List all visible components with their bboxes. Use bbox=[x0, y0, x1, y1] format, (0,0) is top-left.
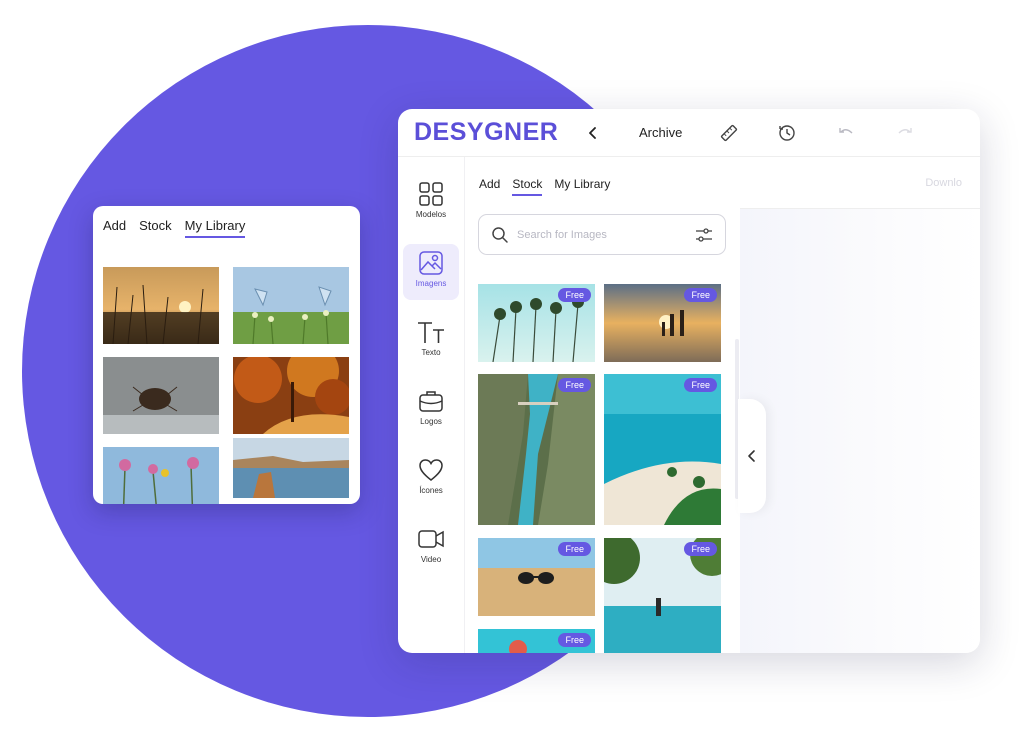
filter-sliders-icon[interactable] bbox=[695, 226, 713, 249]
heart-icon bbox=[419, 459, 443, 481]
video-camera-icon bbox=[418, 530, 444, 548]
sidebar-item-video[interactable]: Video bbox=[403, 520, 459, 576]
undo-icon[interactable] bbox=[834, 121, 858, 145]
brand-logo: DESYGNER bbox=[414, 118, 559, 146]
library-card: Add Stock My Library bbox=[93, 206, 360, 504]
library-tab-add[interactable]: Add bbox=[103, 218, 126, 238]
images-panel: Add Stock My Library Search for Images F… bbox=[466, 157, 740, 653]
back-chevron-icon[interactable] bbox=[581, 121, 605, 145]
sidebar-item-label: Ícones bbox=[419, 486, 443, 495]
briefcase-icon bbox=[419, 391, 443, 412]
redo-icon[interactable] bbox=[893, 121, 917, 145]
library-tab-my-library[interactable]: My Library bbox=[184, 218, 246, 238]
sidebar-item-label: Logos bbox=[420, 417, 442, 426]
image-icon bbox=[419, 251, 443, 275]
sidebar-item-modelos[interactable]: Modelos bbox=[403, 175, 459, 231]
library-image-bug[interactable] bbox=[103, 357, 219, 434]
canvas-toolbar: Downlo bbox=[740, 157, 980, 209]
tab-my-library[interactable]: My Library bbox=[554, 177, 610, 196]
library-image-coastal-cliffs[interactable] bbox=[233, 438, 349, 498]
stock-image-sunglasses-sand[interactable]: Free bbox=[478, 538, 595, 616]
library-image-autumn-forest[interactable] bbox=[233, 357, 349, 434]
ruler-icon[interactable] bbox=[717, 121, 741, 145]
library-tab-stock[interactable]: Stock bbox=[139, 218, 172, 238]
sidebar-item-label: Modelos bbox=[415, 210, 447, 219]
library-image-sunset-grass[interactable] bbox=[103, 267, 219, 344]
sidebar-item-label: Video bbox=[420, 555, 442, 564]
free-badge: Free bbox=[684, 542, 717, 556]
library-image-pink-flowers[interactable] bbox=[103, 447, 219, 504]
library-image-butterflies[interactable] bbox=[233, 267, 349, 344]
library-tabs: Add Stock My Library bbox=[103, 218, 246, 238]
panel-tabs: Add Stock My Library bbox=[479, 177, 610, 196]
stock-image-tropical-beach[interactable]: Free bbox=[604, 374, 721, 525]
free-badge: Free bbox=[558, 378, 591, 392]
sidebar-item-label: Imagens bbox=[415, 279, 447, 288]
design-canvas[interactable] bbox=[740, 209, 980, 653]
sidebar-rail: Modelos Imagens Texto Logos Ícones Video bbox=[398, 157, 465, 653]
text-icon bbox=[418, 322, 444, 343]
stock-image-beach-sunset[interactable]: Free bbox=[604, 284, 721, 362]
tab-add[interactable]: Add bbox=[479, 177, 500, 196]
stock-image-canyon-river[interactable]: Free bbox=[478, 374, 595, 525]
free-badge: Free bbox=[558, 633, 591, 647]
search-input[interactable] bbox=[517, 226, 687, 244]
sidebar-item-label: Texto bbox=[421, 348, 441, 357]
sidebar-item-texto[interactable]: Texto bbox=[403, 313, 459, 369]
chevron-left-icon bbox=[748, 450, 755, 462]
free-badge: Free bbox=[684, 378, 717, 392]
stock-image-pool-floaty[interactable]: Free bbox=[478, 629, 595, 653]
search-icon bbox=[491, 226, 509, 249]
stock-image-infinity-pool[interactable]: Free bbox=[604, 538, 721, 653]
sidebar-item-logos[interactable]: Logos bbox=[403, 382, 459, 438]
free-badge: Free bbox=[558, 288, 591, 302]
marketing-illustration: Add Stock My Library DESYGNER Archive Mo… bbox=[0, 0, 1024, 743]
templates-grid-icon bbox=[419, 182, 443, 206]
collapse-panel-button[interactable] bbox=[738, 399, 766, 513]
download-label[interactable]: Downlo bbox=[925, 177, 962, 189]
tab-stock[interactable]: Stock bbox=[512, 177, 543, 196]
free-badge: Free bbox=[558, 542, 591, 556]
sidebar-item-icones[interactable]: Ícones bbox=[403, 451, 459, 507]
sidebar-item-imagens[interactable]: Imagens bbox=[403, 244, 459, 300]
free-badge: Free bbox=[684, 288, 717, 302]
app-header: DESYGNER Archive bbox=[398, 109, 980, 157]
editor-window: DESYGNER Archive Modelos Imagens Texto L… bbox=[398, 109, 980, 653]
search-box bbox=[478, 214, 726, 255]
history-icon[interactable] bbox=[775, 121, 799, 145]
stock-image-palm-trees[interactable]: Free bbox=[478, 284, 595, 362]
archive-menu[interactable]: Archive bbox=[639, 125, 682, 140]
